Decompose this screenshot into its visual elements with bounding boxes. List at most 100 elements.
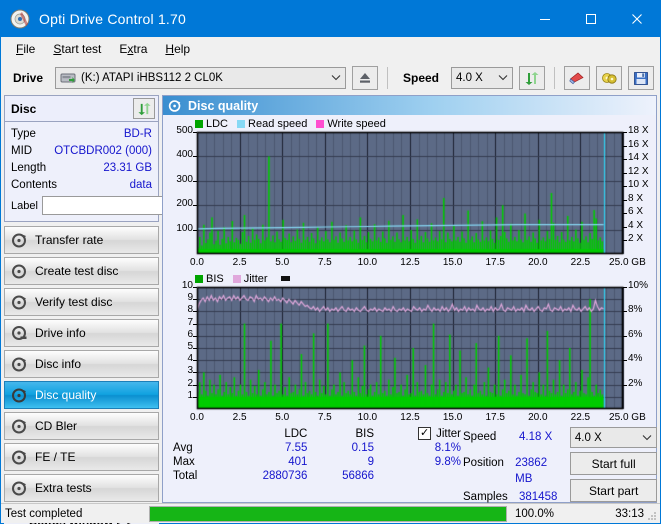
disc-transfer-icon — [11, 232, 28, 249]
test-speed-select-value: 4.0 X — [574, 431, 602, 444]
start-full-button[interactable]: Start full — [569, 452, 658, 475]
disc-refresh-button[interactable] — [133, 98, 155, 119]
readout-speed: Speed 4.18 X — [463, 429, 564, 445]
disc-field-type-value: BD-R — [123, 127, 152, 140]
x-axis-tick: 25.0 GB — [609, 257, 646, 268]
eject-button[interactable] — [351, 66, 378, 90]
disc-panel-header: Disc — [5, 96, 158, 122]
refresh-button[interactable] — [519, 66, 545, 90]
start-part-button[interactable]: Start part — [569, 479, 658, 502]
title-bar: Opti Drive Control 1.70 — [1, 1, 660, 37]
disc-tools-button[interactable] — [596, 66, 622, 90]
stats-row-avg-bis: 0.15 — [351, 442, 375, 454]
y-axis-tick: 2 — [187, 377, 193, 389]
panel-header: Disc quality — [163, 96, 656, 115]
y-axis-tick: 100 — [176, 222, 193, 234]
stats-header-row: LDC BIS ✓ Jitter — [171, 427, 463, 441]
jitter-checkbox[interactable]: ✓ — [418, 427, 432, 440]
y2-axis-tick: 10 X — [628, 179, 649, 191]
chart-bis-jitter: BIS Jitter 1 2 3 4 5 6 7 8 9 10 2% 4% 6% 8% 10% 0.0 2.5 5… — [165, 272, 657, 423]
y-axis-tick-mark — [193, 181, 197, 182]
sidebar-item-transfer-rate-label: Transfer rate — [35, 233, 104, 247]
y2-axis-tick: 4 X — [628, 219, 644, 231]
y-axis-tick-mark — [193, 205, 197, 206]
nav-list: Transfer rate Create test disc Verify te… — [4, 226, 159, 502]
y-axis-tick: 10 — [181, 280, 193, 291]
y-axis-tick-mark — [193, 299, 197, 300]
sidebar-item-extra-tests[interactable]: Extra tests — [4, 474, 159, 502]
eraser-button[interactable] — [564, 66, 590, 90]
stats-table: LDC BIS ✓ Jitter Avg 7.55 0.15 8.1% Max … — [171, 427, 463, 483]
y-axis-tick-mark — [193, 385, 197, 386]
legend-label-bis: BIS — [206, 272, 224, 285]
menu-help[interactable]: Help — [156, 39, 199, 59]
menu-file[interactable]: File — [7, 39, 44, 59]
disc-label-row: Label — [11, 195, 246, 216]
stats-row-total-jitter — [376, 469, 463, 483]
close-button[interactable] — [614, 1, 660, 37]
test-controls: 4.0 X Start full Start part — [569, 427, 658, 505]
menu-start-test[interactable]: Start test — [44, 39, 110, 59]
sidebar-item-cd-bler[interactable]: CD Bler — [4, 412, 159, 440]
menu-start-test-label: tart test — [61, 42, 102, 56]
drive-select[interactable]: (K:) ATAPI iHBS112 2 CL0K — [55, 67, 346, 89]
sidebar-item-verify-test-disc-label: Verify test disc — [35, 295, 113, 309]
y2-axis-tick: 14 X — [628, 152, 649, 164]
sidebar-item-disc-quality-label: Disc quality — [35, 388, 97, 402]
save-button[interactable] — [628, 66, 654, 90]
disc-drive-icon — [11, 325, 28, 342]
x-axis-tick: 22.5 — [570, 412, 591, 423]
panel-title: Disc quality — [188, 98, 259, 113]
readout-position: Position 23862 MB — [463, 455, 564, 487]
maximize-button[interactable] — [568, 1, 614, 37]
x-axis-tick: 20.0 — [528, 412, 548, 423]
toolbar: Drive (K:) ATAPI iHBS112 2 CL0K Speed 4.… — [1, 61, 660, 95]
x-axis-tick: 15.0 — [442, 412, 463, 423]
sidebar-item-drive-info[interactable]: Drive info — [4, 319, 159, 347]
legend-item-ldc: LDC — [195, 118, 228, 130]
stats-col-jitter: ✓ Jitter — [376, 427, 463, 441]
readout-speed-value: 4.18 X — [519, 431, 553, 443]
disc-quality-icon — [11, 387, 28, 404]
sidebar-item-extra-tests-label: Extra tests — [35, 481, 92, 495]
drive-select-value: (K:) ATAPI iHBS112 2 CL0K — [81, 72, 223, 84]
x-axis-tick: 5.0 — [275, 257, 290, 268]
drive-label: Drive — [13, 71, 44, 85]
legend-label-read-speed: Read speed — [248, 117, 308, 130]
sidebar-item-disc-quality[interactable]: Disc quality — [4, 381, 159, 409]
toolbar-separator — [386, 67, 388, 89]
speed-select-value: 4.0 X — [456, 72, 483, 84]
speed-select[interactable]: 4.0 X — [451, 67, 513, 89]
y2-axis-tick-mark — [623, 146, 627, 147]
resize-grip[interactable] — [646, 509, 658, 521]
sidebar-item-transfer-rate[interactable]: Transfer rate — [4, 226, 159, 254]
y-axis-tick-mark — [193, 372, 197, 373]
stats-right: Speed 4.18 X Position 23862 MB Samples 3… — [463, 427, 661, 505]
y2-axis-tick-mark — [623, 336, 627, 337]
sidebar-item-disc-info[interactable]: Disc info — [4, 350, 159, 378]
x-axis-tick: 17.5 — [485, 257, 505, 268]
minimize-button[interactable] — [522, 1, 568, 37]
stats-row-max-ldc: 401 — [288, 456, 308, 468]
x-axis-tick: 12.5 — [400, 257, 420, 268]
menu-extra[interactable]: Extra — [110, 39, 156, 59]
test-speed-select[interactable]: 4.0 X — [569, 427, 658, 448]
disc-extra-icon — [11, 480, 28, 497]
disc-field-contents-label: Contents — [11, 178, 58, 191]
status-bar: Test completed 100.0% 33:13 — [1, 503, 660, 523]
disc-bler-icon — [11, 418, 28, 435]
sidebar-item-verify-test-disc[interactable]: Verify test disc — [4, 288, 159, 316]
y2-axis-tick-mark — [623, 159, 627, 160]
y-axis-tick: 8 — [187, 304, 193, 316]
disc-fields: Type BD-R MID OTCBDR002 (000) Length 23.… — [5, 122, 246, 221]
y-axis-tick: 1 — [187, 389, 193, 401]
stats-row-total-label: Total — [173, 470, 198, 482]
x-axis-tick: 7.5 — [317, 257, 332, 268]
y-axis-tick: 500 — [176, 125, 193, 136]
sidebar-item-fe-te[interactable]: FE / TE — [4, 443, 159, 471]
y-axis-tick-mark — [193, 287, 197, 288]
legend-swatch-jitter — [232, 274, 241, 283]
sidebar-item-create-test-disc[interactable]: Create test disc — [4, 257, 159, 285]
stats-row-total-bis: 56866 — [342, 470, 375, 482]
stats-row-total-ldc: 2880736 — [262, 470, 308, 482]
